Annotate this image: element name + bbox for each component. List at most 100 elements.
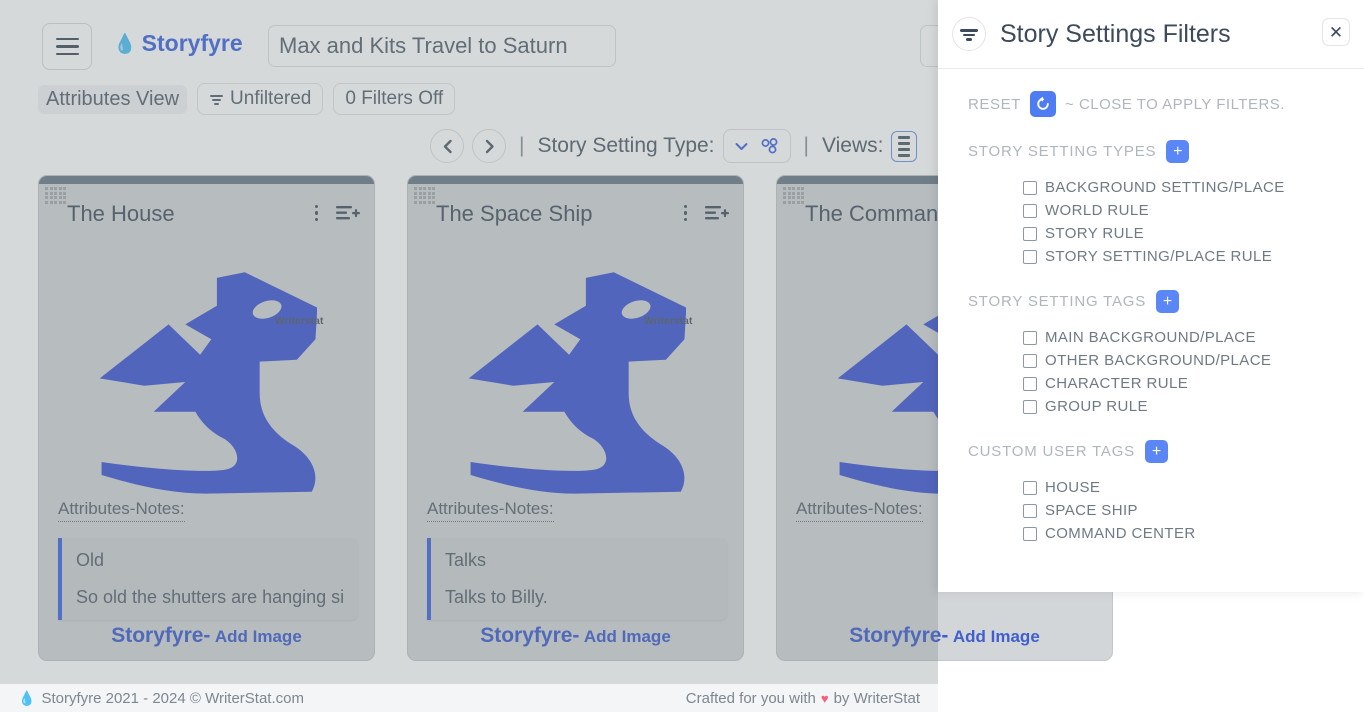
filter-option[interactable]: OTHER BACKGROUND/PLACE: [1023, 349, 1364, 372]
add-image-brand: Storyfyre-: [480, 624, 579, 647]
filter-option-label: OTHER BACKGROUND/PLACE: [1045, 352, 1271, 369]
filter-option-label: STORY SETTING/PLACE RULE: [1045, 248, 1272, 265]
add-list-icon: [336, 204, 360, 222]
next-button[interactable]: [472, 129, 506, 163]
checkbox-icon[interactable]: [1023, 354, 1037, 368]
card-menu-button[interactable]: [678, 205, 694, 222]
filter-option-label: GROUP RULE: [1045, 398, 1148, 415]
filters-off-chip[interactable]: 0 Filters Off: [333, 83, 455, 115]
story-setting-type-select[interactable]: [723, 129, 791, 163]
checkbox-icon[interactable]: [1023, 400, 1037, 414]
note-box[interactable]: OldSo old the shutters are hanging si: [58, 538, 358, 620]
add-list-icon: [705, 204, 729, 222]
reset-hint: ~ CLOSE TO APPLY FILTERS.: [1065, 96, 1285, 113]
filter-option-list: MAIN BACKGROUND/PLACE OTHER BACKGROUND/PL…: [968, 326, 1364, 418]
filter-option-label: SPACE SHIP: [1045, 502, 1138, 519]
panel-header: Story Settings Filters ✕: [938, 0, 1364, 69]
add-note-button[interactable]: [705, 204, 729, 222]
card-logo: [408, 234, 743, 524]
nav-row: | Story Setting Type: | Views:: [0, 122, 938, 170]
close-panel-button[interactable]: ✕: [1322, 18, 1350, 46]
filter-option-label: STORY RULE: [1045, 225, 1144, 242]
note-text: Talks to Billy.: [445, 587, 713, 608]
reset-label: RESET: [968, 96, 1021, 113]
close-icon: ✕: [1329, 24, 1343, 41]
filter-group-header: STORY SETTING TYPES +: [968, 140, 1364, 163]
hamburger-icon-line: [56, 53, 79, 56]
checkbox-icon[interactable]: [1023, 331, 1037, 345]
add-filter-button[interactable]: +: [1145, 440, 1168, 463]
filter-option[interactable]: STORY RULE: [1023, 222, 1364, 245]
card-title: The Space Ship: [436, 201, 593, 227]
filter-group: STORY SETTING TYPES + BACKGROUND SETTING/P…: [968, 140, 1364, 268]
filter-groups: STORY SETTING TYPES + BACKGROUND SETTING/P…: [968, 140, 1364, 545]
panel-title: Story Settings Filters: [1000, 20, 1231, 49]
card-drag-handle[interactable]: [45, 187, 65, 205]
checkbox-icon[interactable]: [1023, 377, 1037, 391]
story-title-input[interactable]: Max and Kits Travel to Saturn: [268, 25, 616, 67]
unfiltered-chip-label: Unfiltered: [230, 88, 311, 110]
footer-left: 💧 Storyfyre 2021 - 2024 © WriterStat.com: [18, 690, 304, 707]
filter-option-label: HOUSE: [1045, 479, 1100, 496]
list-icon-line: [898, 142, 910, 145]
add-filter-button[interactable]: +: [1166, 140, 1189, 163]
reset-button[interactable]: [1030, 91, 1056, 117]
add-image-label: Add Image: [584, 627, 671, 646]
filter-option[interactable]: BACKGROUND SETTING/PLACE: [1023, 176, 1364, 199]
copyright-text: Storyfyre 2021 - 2024 © WriterStat.com: [41, 690, 304, 707]
card-drag-handle[interactable]: [783, 187, 803, 205]
brand-logo[interactable]: 💧 Storyfyre: [113, 30, 243, 57]
filter-option-label: BACKGROUND SETTING/PLACE: [1045, 179, 1285, 196]
filter-group-title: STORY SETTING TYPES: [968, 143, 1156, 160]
note-text: So old the shutters are hanging si: [76, 587, 344, 608]
card-menu-button[interactable]: [309, 205, 325, 222]
checkbox-icon[interactable]: [1023, 250, 1037, 264]
filter-option[interactable]: STORY SETTING/PLACE RULE: [1023, 245, 1364, 268]
filter-icon: [209, 92, 224, 106]
hamburger-icon-line: [56, 45, 79, 48]
story-setting-card[interactable]: The HouseWriterstatStoryfyre- Add ImageA…: [38, 175, 375, 661]
filter-option[interactable]: COMMAND CENTER: [1023, 522, 1364, 545]
filter-option[interactable]: CHARACTER RULE: [1023, 372, 1364, 395]
add-filter-button[interactable]: +: [1156, 290, 1179, 313]
add-note-button[interactable]: [336, 204, 360, 222]
prev-button[interactable]: [430, 129, 464, 163]
filter-option[interactable]: WORLD RULE: [1023, 199, 1364, 222]
menu-button[interactable]: [42, 23, 92, 70]
chevron-down-icon: [735, 142, 748, 151]
story-title-value: Max and Kits Travel to Saturn: [279, 33, 568, 59]
card-actions: [309, 204, 375, 222]
checkbox-icon[interactable]: [1023, 181, 1037, 195]
views-toggle-button[interactable]: [891, 131, 917, 162]
add-image-button[interactable]: Storyfyre- Add Image: [408, 624, 743, 648]
filter-option[interactable]: GROUP RULE: [1023, 395, 1364, 418]
checkbox-icon[interactable]: [1023, 527, 1037, 541]
hamburger-icon-line: [56, 38, 79, 41]
unfiltered-chip[interactable]: Unfiltered: [197, 83, 323, 115]
nav-divider: |: [514, 134, 529, 158]
filter-option[interactable]: SPACE SHIP: [1023, 499, 1364, 522]
undo-arrow-icon: [1035, 96, 1051, 112]
checkbox-icon[interactable]: [1023, 481, 1037, 495]
logo-watermark: Writerstat: [644, 316, 693, 327]
filter-option[interactable]: HOUSE: [1023, 476, 1364, 499]
card-drag-handle[interactable]: [414, 187, 434, 205]
story-setting-card[interactable]: The Space Ship Writerstat Storyfyre- Add I…: [407, 175, 744, 661]
heart-icon: ♥: [821, 691, 829, 706]
add-image-button[interactable]: Storyfyre- Add Image: [777, 624, 1112, 648]
flame-icon: 💧: [18, 690, 35, 707]
dragon-logo-icon: [465, 263, 686, 496]
note-box[interactable]: TalksTalks to Billy.: [427, 538, 727, 620]
checkbox-icon[interactable]: [1023, 227, 1037, 241]
dragon-logo-icon: [96, 263, 317, 496]
chevron-left-icon: [441, 139, 454, 154]
flame-icon: 💧: [113, 32, 137, 56]
filter-option[interactable]: MAIN BACKGROUND/PLACE: [1023, 326, 1364, 349]
checkbox-icon[interactable]: [1023, 204, 1037, 218]
footer-right: Crafted for you with ♥ by WriterStat: [686, 690, 920, 707]
add-image-button[interactable]: Storyfyre- Add Image: [39, 624, 374, 648]
card-actions: [678, 204, 744, 222]
footer: 💧 Storyfyre 2021 - 2024 © WriterStat.com…: [0, 684, 938, 712]
card-title: The House: [67, 201, 175, 227]
checkbox-icon[interactable]: [1023, 504, 1037, 518]
